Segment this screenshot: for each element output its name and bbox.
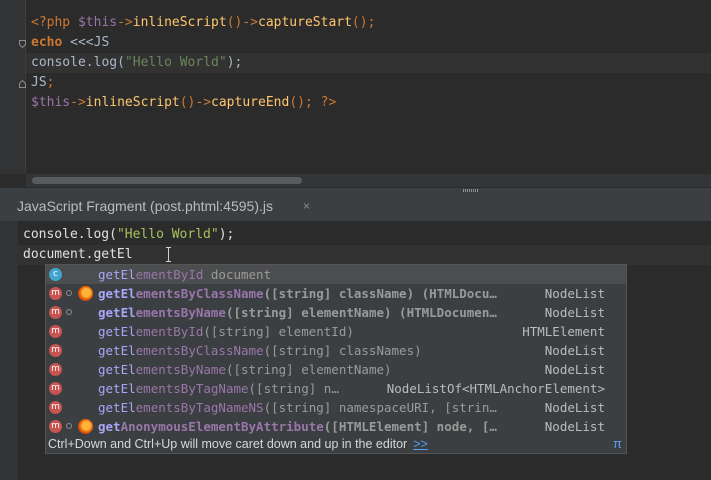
completion-name: getElementById([string] elementId) — [98, 324, 354, 339]
fragment-title: JavaScript Fragment (post.phtml:4595).js — [17, 198, 273, 214]
completion-name: getElementsByName([string] elementName) — [98, 362, 392, 377]
code-line[interactable]: document.getEl — [23, 245, 133, 265]
completion-item[interactable]: m getElementsByClassName([string] classNa… — [46, 284, 626, 303]
method-kind-icon: m — [49, 382, 62, 395]
more-hints-link[interactable]: >> — [413, 437, 428, 451]
completion-name: getAnonymousElementByAttribute([HTMLElem… — [98, 419, 497, 434]
completion-item[interactable]: m getElementsByName([string] elementName)… — [46, 360, 626, 379]
firefox-icon — [78, 419, 93, 434]
completion-item[interactable]: m getElementsByName([string] elementName)… — [46, 303, 626, 322]
method-kind-icon: m — [49, 306, 62, 319]
completion-hint: Ctrl+Down and Ctrl+Up will move caret do… — [48, 436, 622, 452]
scrollbar-thumb[interactable] — [32, 177, 302, 184]
typed-text: document.getEl — [23, 247, 133, 262]
code-line[interactable]: <?php $this->inlineScript()->captureStar… — [31, 13, 375, 33]
code-line[interactable]: echo <<<JS — [31, 33, 109, 53]
return-type: HTMLElement — [522, 324, 605, 339]
return-type: NodeList — [544, 286, 605, 301]
completion-name: getElementById document — [98, 267, 272, 282]
return-type: NodeListOf<HTMLAnchorElement> — [386, 381, 605, 396]
return-type: NodeList — [544, 362, 605, 377]
pi-icon[interactable]: π — [613, 436, 622, 452]
fold-marker-icon[interactable] — [19, 80, 26, 88]
close-icon[interactable]: × — [303, 199, 310, 213]
return-type: NodeList — [544, 419, 605, 434]
firefox-icon — [78, 286, 93, 301]
fragment-tab-header: JavaScript Fragment (post.phtml:4595).js… — [0, 193, 711, 221]
visibility-icon — [66, 309, 72, 315]
completion-item[interactable]: c getElementById document — [46, 265, 626, 284]
method-kind-icon: m — [49, 363, 62, 376]
method-kind-icon: m — [49, 325, 62, 338]
completion-name: getElementsByTagNameNS([string] namespac… — [98, 400, 497, 415]
completion-item[interactable]: m getElementsByTagName([string] n… NodeLis… — [46, 379, 626, 398]
editor-gutter — [0, 221, 18, 480]
method-kind-icon: m — [49, 287, 62, 300]
code-line[interactable]: $this->inlineScript()->captureEnd(); ?> — [31, 93, 336, 113]
code-line[interactable]: console.log("Hello World"); — [31, 53, 242, 73]
fold-marker-icon[interactable] — [19, 40, 26, 48]
text-cursor-icon — [166, 247, 171, 262]
horizontal-scrollbar[interactable] — [26, 174, 711, 187]
completion-item[interactable]: m getAnonymousElementByAttribute([HTMLEle… — [46, 417, 626, 436]
completion-item[interactable]: m getElementsByClassName([string] classNa… — [46, 341, 626, 360]
method-kind-icon: m — [49, 420, 62, 433]
completion-name: getElementsByName([string] elementName) … — [98, 305, 497, 320]
completion-name: getElementsByClassName([string] classNam… — [98, 286, 497, 301]
completion-name: getElementsByClassName([string] classNam… — [98, 343, 422, 358]
completion-name: getElementsByTagName([string] n… — [98, 381, 339, 396]
completion-item[interactable]: m getElementById([string] elementId) HTMLE… — [46, 322, 626, 341]
completion-item[interactable]: m getElementsByTagNameNS([string] namespa… — [46, 398, 626, 417]
code-completion-popup[interactable]: c getElementById document m getElementsByCl… — [45, 264, 627, 454]
splitter-grip-icon[interactable] — [463, 189, 479, 192]
method-kind-icon: m — [49, 344, 62, 357]
visibility-icon — [66, 290, 72, 296]
method-kind-icon: m — [49, 401, 62, 414]
php-editor[interactable]: <?php $this->inlineScript()->captureStar… — [0, 0, 711, 174]
code-line[interactable]: JS; — [31, 73, 54, 93]
return-type: NodeList — [544, 343, 605, 358]
return-type: NodeList — [544, 400, 605, 415]
code-line[interactable]: console.log("Hello World"); — [23, 225, 234, 245]
return-type: NodeList — [544, 305, 605, 320]
visibility-icon — [66, 423, 72, 429]
class-kind-icon: c — [49, 268, 62, 281]
